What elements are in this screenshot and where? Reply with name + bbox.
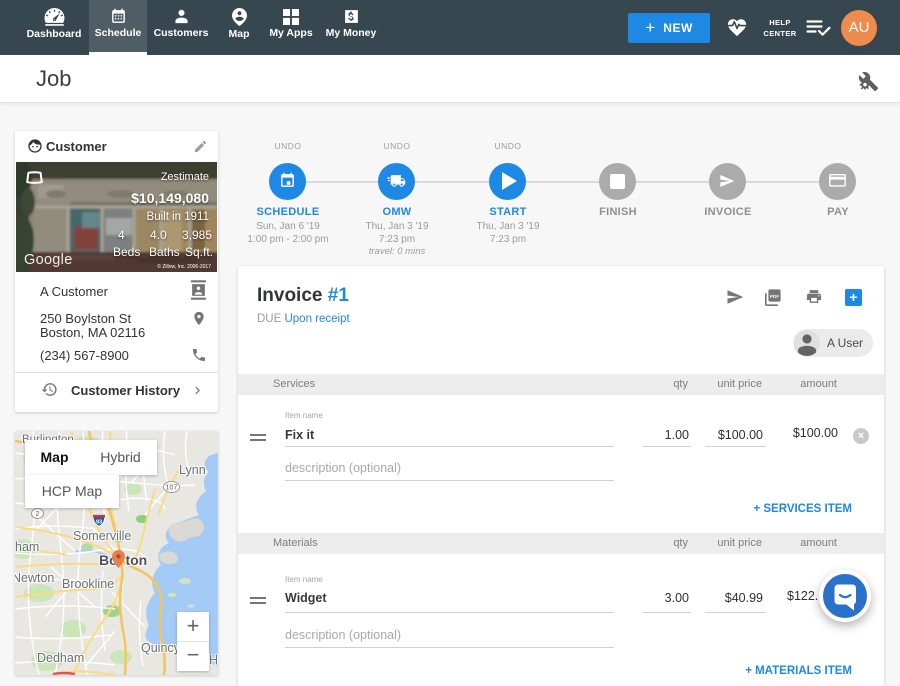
svg-text:93: 93 <box>96 520 102 526</box>
svg-text:2: 2 <box>36 511 40 518</box>
svg-text:107: 107 <box>166 485 178 492</box>
svg-text:PDF: PDF <box>770 294 779 299</box>
